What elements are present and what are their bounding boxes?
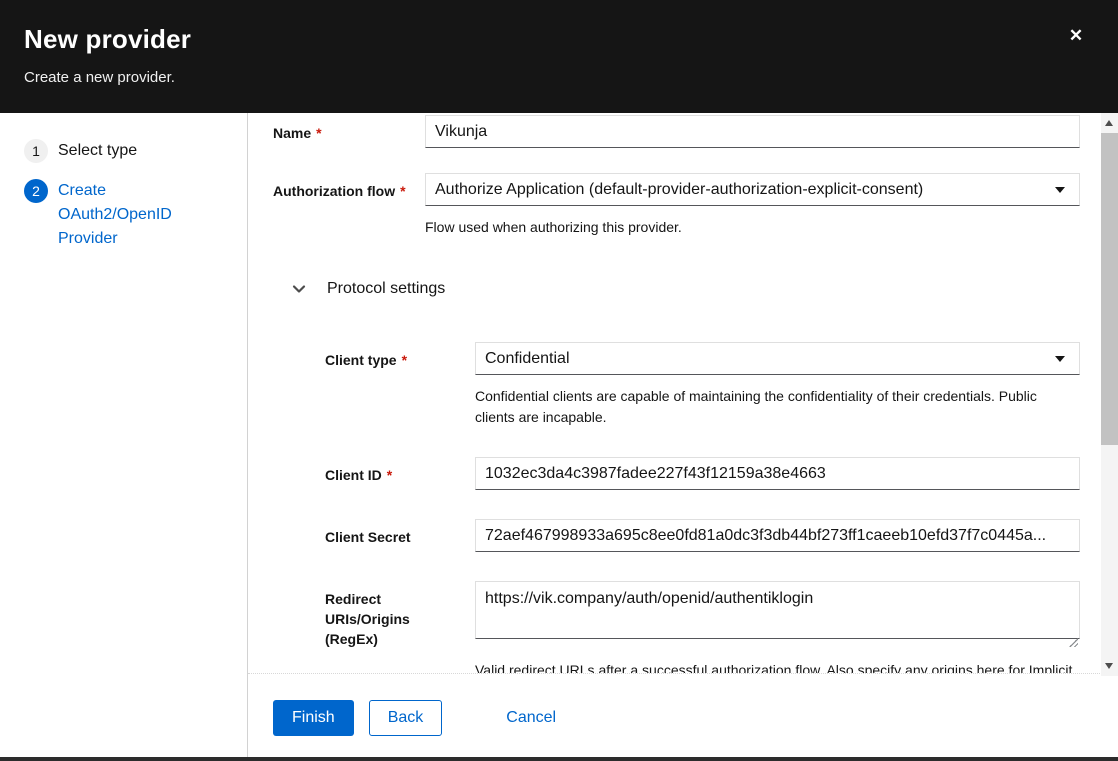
authorization-flow-select[interactable]: Authorize Application (default-provider-…: [425, 173, 1080, 206]
wizard-step-create-provider[interactable]: 2 Create OAuth2/OpenID Provider: [24, 179, 233, 251]
client-type-help: Confidential clients are capable of main…: [475, 386, 1080, 428]
step-label: Select type: [58, 139, 137, 163]
client-secret-label: Client Secret: [325, 519, 475, 552]
redirect-uris-textarea-wrap: https://vik.company/auth/openid/authenti…: [475, 581, 1080, 649]
caret-down-icon: [1055, 187, 1065, 193]
scrollbar-up-arrow-icon[interactable]: [1105, 120, 1113, 126]
vertical-scrollbar[interactable]: [1101, 113, 1118, 676]
scrollbar-down-arrow-icon[interactable]: [1105, 663, 1113, 669]
cancel-button[interactable]: Cancel: [506, 700, 556, 736]
wizard-content: Name* Authorization flow* Authorize Appl…: [248, 113, 1118, 757]
page-bottom-edge: [0, 757, 1118, 761]
client-id-input[interactable]: [475, 457, 1080, 490]
name-input[interactable]: [425, 115, 1080, 148]
authorization-flow-field-row: Authorization flow* Authorize Applicatio…: [273, 173, 1083, 238]
page-title: New provider: [24, 24, 1094, 55]
client-type-field-row: Client type* Confidential Confidential c…: [325, 342, 1083, 428]
new-provider-modal: New provider Create a new provider. ✕ 1 …: [0, 0, 1118, 761]
modal-main: 1 Select type 2 Create OAuth2/OpenID Pro…: [0, 113, 1118, 757]
page-subtitle: Create a new provider.: [24, 69, 1094, 86]
client-secret-input[interactable]: [475, 519, 1080, 552]
redirect-uris-field-row: Redirect URIs/Origins (RegEx) https://vi…: [325, 581, 1083, 673]
redirect-uris-textarea[interactable]: https://vik.company/auth/openid/authenti…: [475, 581, 1080, 639]
redirect-uris-label: Redirect URIs/Origins (RegEx): [325, 581, 475, 649]
wizard-step-select-type[interactable]: 1 Select type: [24, 139, 233, 163]
wizard-footer: Finish Back Cancel: [248, 673, 1118, 757]
authorization-flow-help: Flow used when authorizing this provider…: [425, 217, 1080, 238]
close-icon[interactable]: ✕: [1064, 24, 1088, 48]
required-marker: *: [316, 125, 321, 141]
caret-down-icon: [1055, 356, 1065, 362]
name-field-row: Name*: [273, 115, 1083, 148]
client-type-value: Confidential: [485, 350, 570, 368]
protocol-settings-title: Protocol settings: [327, 280, 445, 298]
chevron-down-icon: [292, 282, 306, 296]
finish-button[interactable]: Finish: [273, 700, 354, 736]
resize-handle[interactable]: [1068, 637, 1078, 647]
client-type-label: Client type*: [325, 342, 475, 375]
authorization-flow-value: Authorize Application (default-provider-…: [435, 181, 923, 199]
modal-header: New provider Create a new provider. ✕: [0, 0, 1118, 113]
step-label: Create OAuth2/OpenID Provider: [58, 179, 208, 251]
redirect-uris-help: Valid redirect URLs after a successful a…: [475, 660, 1080, 673]
scrollbar-thumb[interactable]: [1101, 133, 1118, 445]
back-button[interactable]: Back: [369, 700, 443, 736]
required-marker: *: [387, 467, 392, 483]
client-id-label: Client ID*: [325, 457, 475, 490]
client-type-select[interactable]: Confidential: [475, 342, 1080, 375]
step-number-badge: 1: [24, 139, 48, 163]
required-marker: *: [402, 352, 407, 368]
step-number-badge: 2: [24, 179, 48, 203]
wizard-sidebar: 1 Select type 2 Create OAuth2/OpenID Pro…: [0, 113, 248, 757]
name-label: Name*: [273, 115, 425, 148]
form-scroll-area[interactable]: Name* Authorization flow* Authorize Appl…: [248, 113, 1118, 673]
client-id-field-row: Client ID*: [325, 457, 1083, 490]
client-secret-field-row: Client Secret: [325, 519, 1083, 552]
required-marker: *: [400, 183, 405, 199]
protocol-settings-toggle[interactable]: Protocol settings: [273, 280, 1083, 298]
authorization-flow-label: Authorization flow*: [273, 173, 425, 206]
